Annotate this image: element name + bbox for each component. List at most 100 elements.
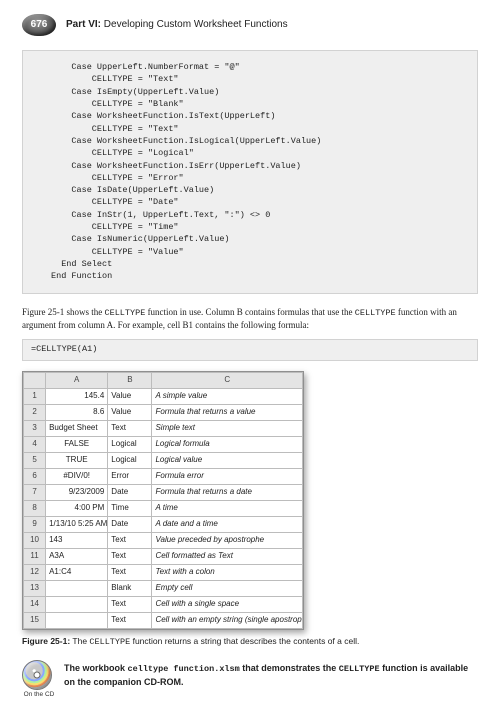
row-header: 15 (24, 612, 46, 628)
cell-c: A time (152, 500, 303, 516)
cell-a: TRUE (46, 452, 108, 468)
table-row: 14 TextCell with a single space (24, 596, 303, 612)
cell-c: Cell formatted as Text (152, 548, 303, 564)
table-row: 4FALSELogicalLogical formula (24, 436, 303, 452)
cell-c: Simple text (152, 420, 303, 436)
cell-c: Formula that returns a date (152, 484, 303, 500)
row-header: 5 (24, 452, 46, 468)
column-header-row: A B C (24, 372, 303, 388)
row-header: 7 (24, 484, 46, 500)
formula-block: =CELLTYPE(A1) (22, 339, 478, 360)
cell-c: Empty cell (152, 580, 303, 596)
cell-a (46, 580, 108, 596)
part-title: Developing Custom Worksheet Functions (104, 19, 288, 30)
cell-a: A3A (46, 548, 108, 564)
page-number-badge: 676 (22, 14, 56, 36)
cell-b: Text (108, 420, 152, 436)
row-header: 2 (24, 404, 46, 420)
corner-cell (24, 372, 46, 388)
cell-b: Value (108, 404, 152, 420)
row-header: 8 (24, 500, 46, 516)
table-row: 91/13/10 5:25 AMDateA date and a time (24, 516, 303, 532)
cell-b: Date (108, 484, 152, 500)
part-heading: Part VI: Developing Custom Worksheet Fun… (66, 18, 288, 32)
inline-code: CELLTYPE (105, 308, 146, 318)
table-row: 10143TextValue preceded by apostrophe (24, 532, 303, 548)
on-the-cd-note: On the CD The workbook celltype function… (22, 660, 478, 690)
cell-b: Date (108, 516, 152, 532)
cell-b: Value (108, 388, 152, 404)
text-run: The workbook (64, 663, 128, 673)
col-header: C (152, 372, 303, 388)
cell-b: Error (108, 468, 152, 484)
cd-icon-wrap: On the CD (22, 660, 56, 690)
table-row: 84:00 PMTimeA time (24, 500, 303, 516)
col-header: B (108, 372, 152, 388)
cell-b: Text (108, 548, 152, 564)
cell-b: Logical (108, 452, 152, 468)
cell-a: 145.4 (46, 388, 108, 404)
row-header: 3 (24, 420, 46, 436)
cell-c: Cell with a single space (152, 596, 303, 612)
text-run: function returns a string that describes… (130, 636, 359, 646)
cell-a: 143 (46, 532, 108, 548)
table-row: 1145.4ValueA simple value (24, 388, 303, 404)
row-header: 4 (24, 436, 46, 452)
inline-code: celltype function.xlsm (128, 664, 240, 674)
cell-c: Value preceded by apostrophe (152, 532, 303, 548)
col-header: A (46, 372, 108, 388)
table-row: 11A3ATextCell formatted as Text (24, 548, 303, 564)
cell-c: A simple value (152, 388, 303, 404)
row-header: 9 (24, 516, 46, 532)
row-header: 10 (24, 532, 46, 548)
inline-code: CELLTYPE (355, 308, 396, 318)
cell-c: A date and a time (152, 516, 303, 532)
cell-b: Blank (108, 580, 152, 596)
cell-b: Text (108, 564, 152, 580)
cell-a: #DIV/0! (46, 468, 108, 484)
row-header: 11 (24, 548, 46, 564)
cell-a (46, 596, 108, 612)
cell-c: Logical value (152, 452, 303, 468)
cell-c: Formula that returns a value (152, 404, 303, 420)
cd-icon (22, 660, 52, 690)
table-row: 13 BlankEmpty cell (24, 580, 303, 596)
row-header: 6 (24, 468, 46, 484)
caption-label: Figure 25-1: (22, 636, 70, 646)
table-row: 15TextCell with an empty string (single … (24, 612, 303, 628)
text-run: Figure 25-1 shows the (22, 307, 105, 317)
inline-code: CELLTYPE (89, 637, 130, 647)
cell-c: Logical formula (152, 436, 303, 452)
table-row: 3Budget SheetTextSimple text (24, 420, 303, 436)
page-header: 676 Part VI: Developing Custom Worksheet… (22, 14, 478, 36)
cell-a: A1:C4 (46, 564, 108, 580)
spreadsheet-table: A B C 1145.4ValueA simple value28.6Value… (23, 372, 303, 629)
table-row: 5TRUELogicalLogical value (24, 452, 303, 468)
text-run: that demonstrates the (240, 663, 339, 673)
cell-a: 9/23/2009 (46, 484, 108, 500)
row-header: 12 (24, 564, 46, 580)
cd-note-text: The workbook celltype function.xlsm that… (64, 662, 478, 688)
inline-code: CELLTYPE (339, 664, 380, 674)
cell-a: 8.6 (46, 404, 108, 420)
cell-a: FALSE (46, 436, 108, 452)
text-run: function in use. Column B contains formu… (145, 307, 354, 317)
cell-b: Text (108, 532, 152, 548)
cell-b: Time (108, 500, 152, 516)
cd-label: On the CD (24, 691, 55, 700)
text-run: The (70, 636, 89, 646)
cell-c: Text with a colon (152, 564, 303, 580)
spreadsheet-figure: A B C 1145.4ValueA simple value28.6Value… (22, 371, 304, 630)
cell-b: Text (108, 596, 152, 612)
table-row: 28.6ValueFormula that returns a value (24, 404, 303, 420)
row-header: 14 (24, 596, 46, 612)
cell-b: Logical (108, 436, 152, 452)
cell-b: Text (108, 612, 152, 628)
cell-a: 1/13/10 5:25 AM (46, 516, 108, 532)
table-row: 79/23/2009DateFormula that returns a dat… (24, 484, 303, 500)
body-paragraph-1: Figure 25-1 shows the CELLTYPE function … (22, 306, 478, 332)
part-label: Part VI: (66, 19, 101, 30)
cell-c: Formula error (152, 468, 303, 484)
table-row: 12A1:C4TextText with a colon (24, 564, 303, 580)
row-header: 13 (24, 580, 46, 596)
